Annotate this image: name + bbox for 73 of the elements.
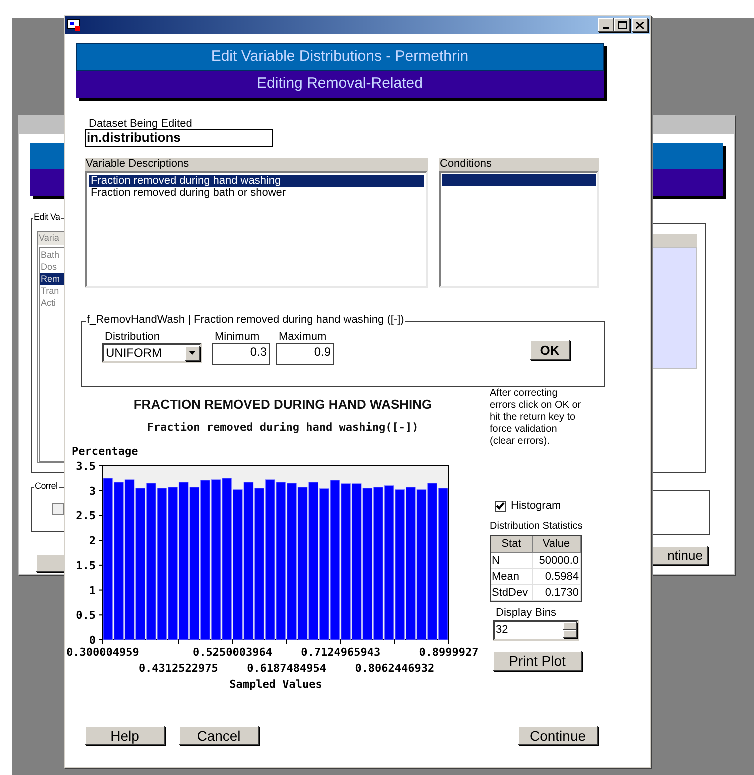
spin-down-icon[interactable] (563, 630, 577, 638)
histogram-checkbox[interactable] (495, 500, 506, 512)
spin-up-icon[interactable] (563, 622, 577, 630)
x-tick: 0.7124965943 (301, 640, 381, 659)
x-tick-label: 0.8999927 (419, 646, 479, 659)
y-axis-label: Percentage (72, 445, 138, 458)
y-tick: 0.5 (76, 609, 104, 622)
field-label: Dataset Being Edited (89, 119, 192, 130)
minimize-button[interactable] (598, 18, 614, 32)
x-axis-label: Sampled Values (230, 678, 322, 691)
field-label: Display Bins (496, 608, 558, 618)
footer-button[interactable]: Help (85, 726, 165, 745)
number-field[interactable]: 0.9 (276, 343, 334, 365)
y-tick-label: 0.5 (76, 609, 96, 622)
field-label: Distribution (105, 332, 160, 343)
hint-text: After correcting errors click on OK or hit the return key to force validation (clear errors). (490, 388, 582, 448)
y-tick-label: 3 (89, 484, 96, 498)
chart-title: FRACTION REMOVED DURING HAND WASHING (134, 396, 432, 414)
checkbox[interactable] (52, 503, 64, 515)
dataset-field[interactable]: in.distributions (85, 129, 273, 147)
check-icon (496, 502, 505, 510)
x-tick-label: 0.5250003964 (193, 646, 273, 659)
table-cell: 0.5984 (533, 568, 581, 584)
checkbox-label: Histogram (511, 499, 562, 514)
chart-subtitle: Fraction removed during hand washing([-]) (147, 420, 419, 436)
app-icon (67, 18, 81, 32)
y-tick-label: 2 (89, 534, 96, 548)
column-header: Stat (491, 536, 533, 552)
distribution-dropdown[interactable]: UNIFORM (102, 343, 202, 363)
bins-spinner[interactable]: 32 (493, 620, 579, 640)
y-tick: 0 (89, 634, 104, 647)
x-tick: 0.5250003964 (193, 640, 272, 659)
y-tick-label: 0 (89, 634, 96, 647)
group-label: Edit Va (33, 213, 62, 222)
y-tick-label: 3.5 (76, 460, 96, 473)
x-tick: 0.8999927 (419, 640, 479, 659)
table-cell: StdDev (491, 584, 533, 600)
list-header: Conditions (439, 158, 599, 171)
x-tick-label: 0.7124965943 (301, 646, 381, 659)
field-label: Maximum (279, 332, 327, 343)
x-tick-label: 0.300004959 (66, 646, 140, 659)
close-icon (636, 22, 644, 28)
number-field[interactable]: 0.3 (212, 343, 270, 365)
close-button[interactable] (632, 18, 648, 32)
footer-button[interactable]: Continue (518, 726, 598, 745)
table-cell: 50000.0 (533, 552, 581, 568)
list-item[interactable]: Fraction removed during hand washing (89, 175, 424, 187)
list-header: Varia (39, 234, 60, 243)
banner-subtitle: Editing Removal-Related (76, 71, 604, 98)
print-plot-button[interactable]: Print Plot (493, 650, 582, 670)
y-tick: 1.5 (76, 559, 104, 572)
section-label: Distribution Statistics (490, 520, 584, 534)
table-cell: 0.1730 (533, 584, 581, 600)
table-cell: N (491, 552, 533, 568)
y-tick: 1 (89, 584, 104, 598)
y-tick-label: 2.5 (76, 510, 96, 523)
y-tick: 2 (89, 534, 104, 548)
y-tick: 2.5 (76, 510, 104, 523)
field-label: Minimum (215, 332, 260, 343)
ok-button[interactable]: OK (530, 340, 570, 360)
y-tick-label: 1 (89, 584, 96, 598)
footer-button[interactable]: Cancel (179, 726, 259, 745)
group-label: Correl (34, 482, 59, 491)
maximize-button[interactable] (614, 18, 630, 32)
list-item[interactable]: Fraction removed during bath or shower (89, 187, 424, 199)
column-header: Value (533, 536, 581, 552)
list-header: Variable Descriptions (85, 158, 428, 171)
table-cell: Mean (491, 568, 533, 584)
group-label: f_RemovHandWash | Fraction removed during hand washing ([-]) (86, 315, 406, 326)
y-tick-label: 1.5 (76, 559, 96, 572)
banner-title: Edit Variable Distributions - Permethrin (76, 43, 604, 71)
y-tick: 3 (89, 484, 104, 498)
y-tick: 3.5 (76, 460, 104, 473)
